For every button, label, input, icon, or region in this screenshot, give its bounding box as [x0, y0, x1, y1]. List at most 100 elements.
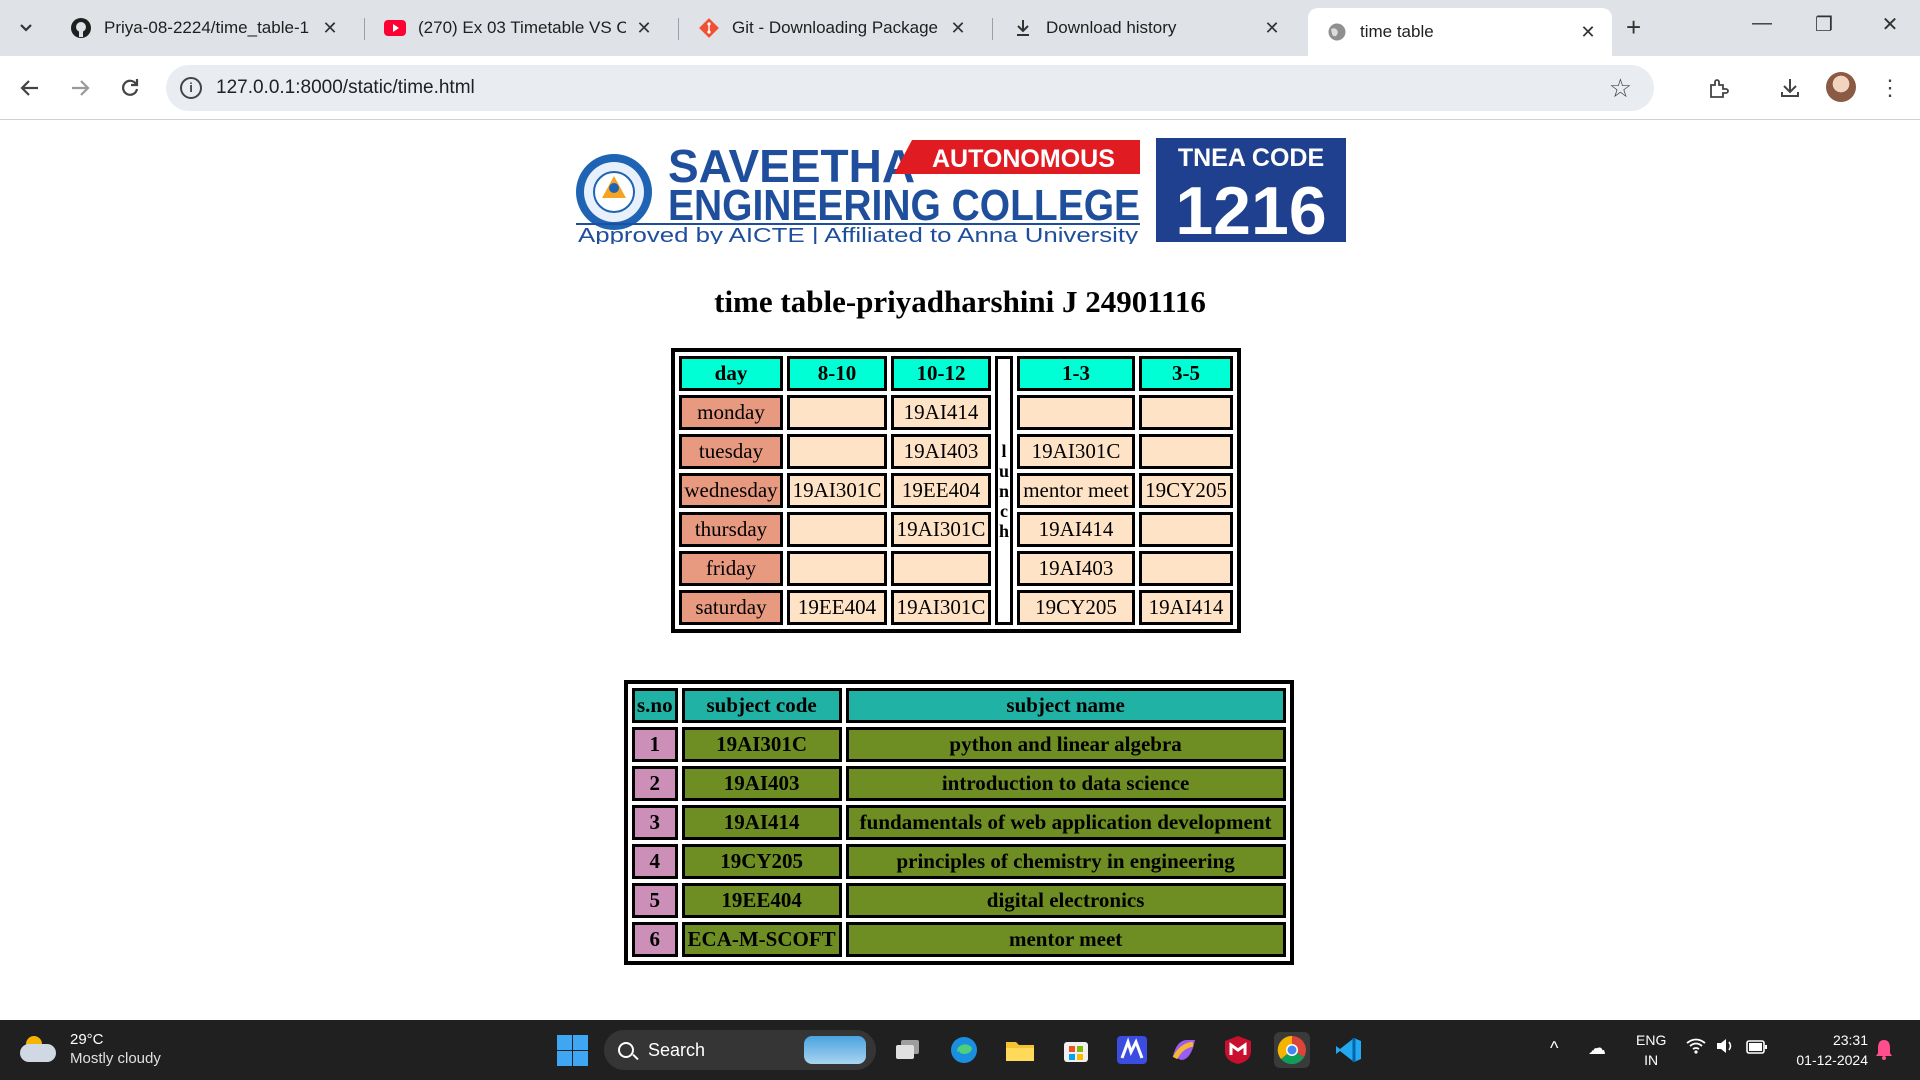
- forward-button[interactable]: [64, 72, 96, 104]
- profile-avatar[interactable]: [1826, 72, 1856, 102]
- close-icon[interactable]: ✕: [1578, 22, 1598, 43]
- tab-time-table[interactable]: time table ✕: [1308, 8, 1612, 56]
- microsoft-store-icon[interactable]: [1058, 1032, 1094, 1068]
- chevron-down-icon: [20, 24, 32, 32]
- onedrive-cloud-icon[interactable]: ☁: [1588, 1038, 1606, 1059]
- volume-icon[interactable]: [1716, 1038, 1736, 1059]
- tab-github[interactable]: Priya-08-2224/time_table-1 ✕: [52, 8, 354, 48]
- table-row: 3 19AI414 fundamentals of web applicatio…: [632, 805, 1286, 840]
- tab-title: Download history: [1046, 18, 1177, 37]
- weather-widget[interactable]: 29°C Mostly cloudy: [20, 1030, 161, 1068]
- slot-cell: [891, 551, 991, 586]
- timetable: day 8-10 10-12 l u n c h 1-3 3-5 monday …: [671, 348, 1241, 633]
- tab-download-history[interactable]: Download history ✕: [994, 8, 1296, 48]
- arrow-left-icon: [20, 80, 38, 96]
- table-row: friday 19AI403: [679, 551, 1233, 586]
- show-hidden-icons-chevron-up-icon[interactable]: ^: [1550, 1038, 1558, 1059]
- region-code: IN: [1644, 1052, 1659, 1068]
- close-icon[interactable]: ✕: [948, 18, 968, 39]
- site-info-icon[interactable]: i: [180, 77, 202, 99]
- restore-button[interactable]: ❐: [1804, 12, 1844, 37]
- chrome-icon[interactable]: [1274, 1032, 1310, 1068]
- slot-cell: [787, 551, 887, 586]
- globe-icon: [1326, 21, 1348, 43]
- new-tab-button[interactable]: +: [1626, 12, 1641, 43]
- edge-icon[interactable]: [946, 1032, 982, 1068]
- subject-code-cell: 19EE404: [681, 883, 842, 918]
- file-explorer-icon[interactable]: [1002, 1032, 1038, 1068]
- svg-text:AUTONOMOUS: AUTONOMOUS: [932, 145, 1115, 173]
- day-cell: saturday: [679, 590, 783, 625]
- back-button[interactable]: [14, 72, 46, 104]
- mcafee-icon[interactable]: [1220, 1032, 1256, 1068]
- slot-cell: [1139, 434, 1233, 469]
- header-subject-name: subject name: [845, 688, 1286, 723]
- subject-code-cell: ECA-M-SCOFT: [681, 922, 842, 957]
- tab-title: Priya-08-2224/time_table-1: [104, 18, 310, 37]
- downloads-icon[interactable]: [1774, 72, 1806, 104]
- slot-cell: 19AI301C: [787, 473, 887, 508]
- svg-text:ENGINEERING COLLEGE: ENGINEERING COLLEGE: [668, 181, 1140, 230]
- sno-cell: 3: [632, 805, 678, 840]
- clock-date: 01-12-2024: [1796, 1052, 1868, 1068]
- bookmark-star-icon[interactable]: ☆: [1609, 73, 1632, 104]
- tab-title: Git - Downloading Package: [732, 18, 939, 37]
- menu-kebab-icon[interactable]: ⋮: [1874, 72, 1906, 104]
- header-slot-1-3: 1-3: [1017, 356, 1135, 391]
- lunch-column: l u n c h: [995, 356, 1013, 625]
- slot-cell: 19AI414: [1017, 512, 1135, 547]
- battery-icon[interactable]: [1746, 1038, 1768, 1059]
- task-view-icon[interactable]: [890, 1032, 926, 1068]
- tab-youtube[interactable]: (270) Ex 03 Timetable VS Cod ✕: [366, 8, 668, 48]
- day-cell: wednesday: [679, 473, 783, 508]
- taskbar-search[interactable]: Search: [604, 1030, 876, 1070]
- mathway-app-icon[interactable]: [1114, 1032, 1150, 1068]
- vscode-icon[interactable]: [1330, 1032, 1366, 1068]
- tab-search-button[interactable]: [8, 10, 44, 46]
- taskbar: 29°C Mostly cloudy Search ^ ☁ ENG IN 23:…: [0, 1020, 1920, 1080]
- extensions-icon[interactable]: [1702, 72, 1734, 104]
- slot-cell: [1017, 395, 1135, 430]
- close-icon[interactable]: ✕: [320, 18, 340, 39]
- reload-button[interactable]: [114, 72, 146, 104]
- slot-cell: 19AI403: [891, 434, 991, 469]
- subject-code-cell: 19CY205: [681, 844, 842, 879]
- page-title: time table-priyadharshini J 24901116: [714, 284, 1206, 319]
- day-cell: friday: [679, 551, 783, 586]
- start-button[interactable]: [554, 1032, 590, 1068]
- day-cell: thursday: [679, 512, 783, 547]
- notification-bell-icon[interactable]: [1874, 1038, 1894, 1060]
- table-row: tuesday 19AI403 19AI301C: [679, 434, 1233, 469]
- language-indicator[interactable]: ENG IN: [1636, 1030, 1666, 1070]
- page-content: SAVEETHA AUTONOMOUS ENGINEERING COLLEGE …: [0, 120, 1920, 1020]
- day-cell: monday: [679, 395, 783, 430]
- weather-desc: Mostly cloudy: [70, 1050, 161, 1067]
- subject-name-cell: mentor meet: [845, 922, 1286, 957]
- slot-cell: 19AI414: [1139, 590, 1233, 625]
- svg-text:TNEA CODE: TNEA CODE: [1178, 144, 1324, 172]
- header-day: day: [679, 356, 783, 391]
- tnea-code-badge: TNEA CODE 1216: [1156, 138, 1346, 244]
- copilot-icon[interactable]: [1166, 1032, 1202, 1068]
- wifi-icon[interactable]: [1686, 1038, 1706, 1059]
- svg-text:1216: 1216: [1175, 173, 1326, 244]
- slot-cell: [787, 395, 887, 430]
- address-bar[interactable]: i 127.0.0.1:8000/static/time.html ☆: [166, 65, 1654, 111]
- table-row: thursday 19AI301C 19AI414: [679, 512, 1233, 547]
- header-subject-code: subject code: [681, 688, 842, 723]
- slot-cell: 19AI414: [891, 395, 991, 430]
- sno-cell: 1: [632, 727, 678, 762]
- clock-time: 23:31: [1832, 1032, 1868, 1048]
- minimize-button[interactable]: —: [1742, 12, 1782, 35]
- tab-git[interactable]: Git - Downloading Package ✕: [680, 8, 982, 48]
- git-icon: [698, 17, 720, 39]
- slot-cell: 19AI301C: [1017, 434, 1135, 469]
- url-text[interactable]: 127.0.0.1:8000/static/time.html: [216, 77, 475, 99]
- close-icon[interactable]: ✕: [634, 18, 654, 39]
- close-icon[interactable]: ✕: [1262, 18, 1282, 39]
- close-window-button[interactable]: ✕: [1870, 12, 1910, 37]
- cloudy-weather-icon: [20, 1036, 58, 1062]
- college-logo: SAVEETHA AUTONOMOUS ENGINEERING COLLEGE …: [576, 138, 1346, 244]
- system-clock[interactable]: 23:31 01-12-2024: [1782, 1030, 1868, 1070]
- subject-name-cell: fundamentals of web application developm…: [845, 805, 1286, 840]
